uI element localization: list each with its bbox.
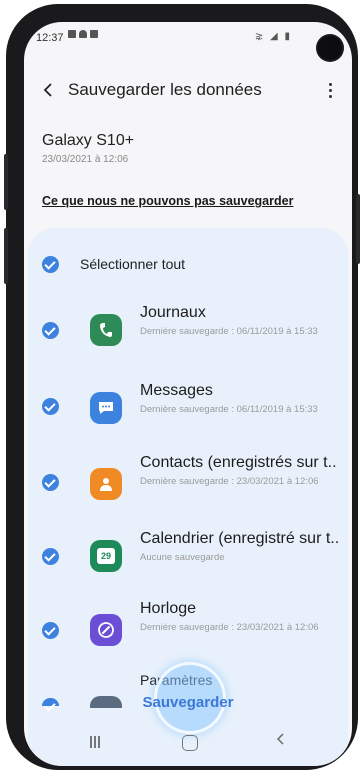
phone-icon xyxy=(90,314,122,346)
status-time: 12:37 xyxy=(36,32,64,44)
bixby-button xyxy=(4,228,8,284)
select-all-checkbox[interactable] xyxy=(42,256,59,273)
calendar-day-number: 29 xyxy=(97,548,115,564)
item-subtitle: Dernière sauvegarde : 23/03/2021 à 12:06 xyxy=(140,476,319,487)
item-title: Horloge xyxy=(140,600,197,617)
list-item-journaux[interactable]: Journaux Dernière sauvegarde : 06/11/201… xyxy=(28,290,348,354)
cloud-notification-icon xyxy=(79,30,87,38)
more-options-button[interactable] xyxy=(318,78,342,102)
item-checkbox[interactable] xyxy=(42,548,59,565)
recent-apps-button[interactable] xyxy=(90,736,100,748)
notification-icons xyxy=(68,30,98,38)
recent-apps-icon xyxy=(90,736,92,748)
phone-frame: 12:37 ⋧ ◢ ▮ Sauvegarder les données Gala… xyxy=(4,4,360,770)
select-all-label: Sélectionner tout xyxy=(80,256,186,272)
list-item-messages[interactable]: Messages Dernière sauvegarde : 06/11/201… xyxy=(28,366,348,430)
volume-button xyxy=(4,154,8,210)
back-arrow-icon xyxy=(276,733,284,745)
power-button xyxy=(356,194,360,264)
item-title: Messages xyxy=(140,382,213,399)
home-button[interactable] xyxy=(182,735,198,751)
device-date: 23/03/2021 à 12:06 xyxy=(42,154,129,165)
screen: 12:37 ⋧ ◢ ▮ Sauvegarder les données Gala… xyxy=(24,22,352,766)
clock-icon xyxy=(90,614,122,646)
app-bar: Sauvegarder les données xyxy=(24,68,352,112)
list-item-horloge[interactable]: Horloge Dernière sauvegarde : 23/03/2021… xyxy=(28,592,348,656)
item-subtitle: Dernière sauvegarde : 06/11/2019 à 15:33 xyxy=(140,326,318,337)
item-subtitle: Dernière sauvegarde : 06/11/2019 à 15:33 xyxy=(140,404,318,415)
status-bar: 12:37 ⋧ ◢ ▮ xyxy=(24,22,352,60)
select-all-row[interactable]: Sélectionner tout xyxy=(28,228,348,288)
image-notification-icon xyxy=(90,30,98,38)
message-icon xyxy=(90,392,122,424)
contact-icon xyxy=(90,468,122,500)
item-checkbox[interactable] xyxy=(42,622,59,639)
item-checkbox[interactable] xyxy=(42,398,59,415)
nav-back-button[interactable] xyxy=(276,732,286,751)
gallery-notification-icon xyxy=(68,30,76,38)
front-camera xyxy=(318,36,342,60)
cant-backup-link[interactable]: Ce que nous ne pouvons pas sauvegarder xyxy=(42,194,293,208)
list-item-contacts[interactable]: Contacts (enregistrés sur t.. Dernière s… xyxy=(28,442,348,506)
item-title: Contacts (enregistrés sur t.. xyxy=(140,454,337,471)
list-item-calendrier[interactable]: 29 Calendrier (enregistré sur t.. Aucune… xyxy=(28,518,348,582)
save-button[interactable]: Sauvegarder xyxy=(24,694,352,711)
item-checkbox[interactable] xyxy=(42,474,59,491)
item-subtitle: Aucune sauvegarde xyxy=(140,552,225,563)
system-status-icons: ⋧ ◢ ▮ xyxy=(254,31,292,42)
page-title: Sauvegarder les données xyxy=(68,80,262,99)
navigation-bar xyxy=(24,730,352,760)
calendar-icon: 29 xyxy=(90,540,122,572)
more-vertical-icon xyxy=(328,82,332,86)
back-button[interactable] xyxy=(32,68,66,112)
chevron-left-icon xyxy=(43,83,52,97)
item-title: Calendrier (enregistré sur t.. xyxy=(140,530,340,547)
item-subtitle: Dernière sauvegarde : 23/03/2021 à 12:06 xyxy=(140,622,319,633)
item-checkbox[interactable] xyxy=(42,322,59,339)
item-title: Journaux xyxy=(140,304,206,321)
device-name: Galaxy S10+ xyxy=(42,132,135,149)
